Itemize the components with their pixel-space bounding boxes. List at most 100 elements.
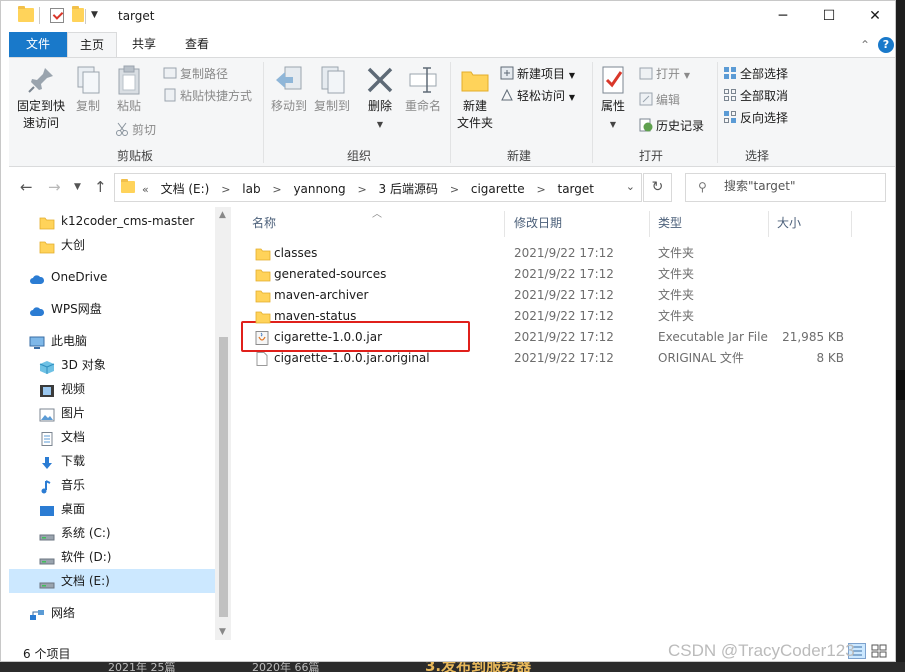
select-all-icon	[723, 66, 737, 80]
properties-button[interactable]: 属性 ▼	[594, 64, 632, 133]
sidebar-item[interactable]: 图片	[9, 401, 215, 425]
move-to-button[interactable]: 移动到	[268, 64, 310, 115]
sidebar-item[interactable]: 网络	[9, 601, 215, 625]
refresh-button[interactable]: ↻	[643, 173, 672, 202]
file-row[interactable]: cigarette-1.0.0.jar 2021/9/22 17:12 Execut…	[241, 327, 861, 348]
cut-button[interactable]: 剪切	[115, 120, 156, 140]
file-icon	[255, 352, 270, 366]
sidebar-item[interactable]: 3D 对象	[9, 353, 215, 377]
up-arrow-icon[interactable]: ↑	[94, 178, 107, 196]
back-arrow-icon[interactable]: ←	[20, 178, 33, 196]
copy-to-button[interactable]: 复制到	[311, 64, 353, 115]
breadcrumb-item[interactable]: yannong	[293, 182, 345, 196]
ribbon: 固定到快 速访问 复制 粘贴 复制路径 粘贴快捷方式 剪切 剪贴板 移动到 复制…	[9, 57, 895, 167]
title-bar[interactable]: ▼ target ─ ☐ ✕	[1, 1, 895, 32]
address-bar[interactable]: « 文档 (E:) > lab > yannong > 3 后端源码 > cig…	[114, 173, 642, 202]
new-item-button[interactable]: 新建项目 ▼	[500, 64, 575, 84]
paste-label: 粘贴	[116, 99, 141, 113]
file-row[interactable]: classes 2021/9/22 17:12 文件夹	[241, 243, 861, 264]
copy-path-button[interactable]: 复制路径	[163, 64, 228, 84]
breadcrumb-item[interactable]: cigarette	[471, 182, 525, 196]
minimize-button[interactable]: ─	[760, 1, 806, 32]
select-none-button[interactable]: 全部取消	[723, 86, 788, 106]
copy-button[interactable]: 复制	[69, 64, 107, 115]
sidebar-item-label: 3D 对象	[61, 358, 106, 372]
easy-access-button[interactable]: 轻松访问 ▼	[500, 86, 575, 106]
music-icon	[39, 478, 55, 494]
file-row[interactable]: maven-archiver 2021/9/22 17:12 文件夹	[241, 285, 861, 306]
sidebar-item[interactable]: 文档 (E:)	[9, 569, 215, 593]
history-button[interactable]: 历史记录	[639, 116, 704, 136]
edit-button[interactable]: 编辑	[639, 90, 680, 110]
large-icons-view-button[interactable]	[870, 643, 888, 659]
sidebar-item[interactable]: OneDrive	[9, 265, 215, 289]
sidebar-item[interactable]: k12coder_cms-master	[9, 209, 215, 233]
file-row[interactable]: cigarette-1.0.0.jar.original 2021/9/22 17…	[241, 348, 861, 369]
recent-locations-icon[interactable]: ▼	[74, 182, 81, 192]
breadcrumb-separator[interactable]: >	[221, 183, 230, 196]
column-header-date[interactable]: 修改日期	[514, 207, 562, 239]
breadcrumb-item[interactable]: 3 后端源码	[379, 182, 438, 196]
close-button[interactable]: ✕	[852, 1, 895, 32]
column-header-name[interactable]: 名称	[252, 207, 276, 239]
sidebar-item[interactable]: 文档	[9, 425, 215, 449]
tab-file[interactable]: 文件	[9, 32, 67, 57]
sidebar-item[interactable]: WPS网盘	[9, 297, 215, 321]
open-button[interactable]: 打开 ▼	[639, 64, 690, 84]
breadcrumb: « 文档 (E:) > lab > yannong > 3 后端源码 > cig…	[142, 180, 602, 197]
column-header-type[interactable]: 类型	[658, 207, 682, 239]
new-folder-icon[interactable]	[72, 6, 84, 22]
chevron-down-icon[interactable]: ⌄	[626, 180, 635, 193]
select-all-button[interactable]: 全部选择	[723, 64, 788, 84]
search-box[interactable]: ⚲	[685, 173, 886, 202]
properties-icon[interactable]	[50, 8, 64, 23]
new-folder-button[interactable]: 新建 文件夹	[454, 64, 496, 132]
breadcrumb-separator[interactable]: >	[450, 183, 459, 196]
collapse-ribbon-icon[interactable]: ⌃	[860, 38, 870, 52]
sidebar-item[interactable]: 音乐	[9, 473, 215, 497]
sidebar-item[interactable]: 系统 (C:)	[9, 521, 215, 545]
breadcrumb-item[interactable]: 文档 (E:)	[161, 182, 210, 196]
breadcrumb-item[interactable]: lab	[242, 182, 260, 196]
delete-button[interactable]: 删除 ▼	[362, 64, 398, 133]
breadcrumb-overflow[interactable]: «	[142, 183, 149, 196]
sidebar-item[interactable]: 视频	[9, 377, 215, 401]
invert-selection-button[interactable]: 反向选择	[723, 108, 788, 128]
sort-ascending-icon: ︿	[372, 209, 382, 220]
sidebar-item[interactable]: 桌面	[9, 497, 215, 521]
pin-to-quick-access-button[interactable]: 固定到快 速访问	[13, 64, 69, 132]
forward-arrow-icon[interactable]: →	[48, 178, 61, 196]
file-row[interactable]: generated-sources 2021/9/22 17:12 文件夹	[241, 264, 861, 285]
delete-label: 删除	[367, 99, 392, 113]
sidebar-item[interactable]: 下载	[9, 449, 215, 473]
sidebar-item[interactable]: 软件 (D:)	[9, 545, 215, 569]
folder-icon	[39, 238, 55, 254]
breadcrumb-separator[interactable]: >	[358, 183, 367, 196]
nav-scrollbar[interactable]: ▲ ▼	[215, 207, 231, 640]
sidebar-item[interactable]: 此电脑	[9, 329, 215, 353]
scrollbar-thumb[interactable]	[219, 337, 228, 617]
tab-share[interactable]: 共享	[123, 32, 165, 57]
search-input[interactable]	[724, 179, 879, 193]
tab-home[interactable]: 主页	[67, 32, 117, 57]
paste-shortcut-button[interactable]: 粘贴快捷方式	[163, 86, 252, 106]
desktop-icon	[39, 502, 55, 516]
scissors-icon	[115, 122, 129, 136]
sidebar-item-label: 桌面	[61, 502, 86, 516]
column-header-size[interactable]: 大小	[777, 207, 801, 239]
help-icon[interactable]: ?	[878, 37, 894, 53]
file-row[interactable]: maven-status 2021/9/22 17:12 文件夹	[241, 306, 861, 327]
sidebar-item-label: 此电脑	[51, 334, 88, 348]
paste-icon	[113, 64, 145, 96]
breadcrumb-separator[interactable]: >	[536, 183, 545, 196]
rename-button[interactable]: 重命名	[401, 64, 445, 115]
customize-toolbar-icon[interactable]: ▼	[91, 10, 98, 20]
sidebar-item[interactable]: 大创	[9, 233, 215, 257]
maximize-button[interactable]: ☐	[806, 1, 852, 32]
breadcrumb-separator[interactable]: >	[272, 183, 281, 196]
breadcrumb-item[interactable]: target	[558, 182, 595, 196]
tab-view[interactable]: 查看	[175, 32, 219, 57]
edit-icon	[639, 92, 653, 106]
drive-icon	[39, 550, 55, 565]
paste-button[interactable]: 粘贴	[109, 64, 149, 115]
